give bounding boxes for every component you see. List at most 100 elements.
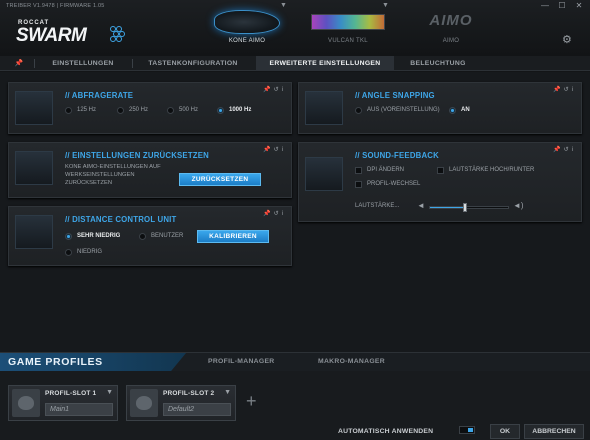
device-kone-aimo[interactable]: KONE AIMO (202, 8, 292, 52)
tab-makro-manager[interactable]: MAKRO-MANAGER (318, 353, 385, 371)
profiles-area: GAME PROFILES PROFIL-MANAGER MAKRO-MANAG… (0, 352, 590, 440)
tab-einstellungen[interactable]: EINSTELLUNGEN (38, 56, 128, 71)
volume-label: LAUTSTÄRKE... (355, 203, 400, 209)
panel-controls[interactable]: 📌↺i (263, 86, 286, 93)
title-bar: TREIBER V1.9478 | FIRMWARE 1.05 — ☐ ✕ RO… (0, 0, 590, 56)
device-label: VULCAN TKL (328, 38, 368, 44)
speaker-icon (305, 157, 343, 191)
pin-icon[interactable]: 📌 (6, 56, 32, 71)
distance-control-icon (15, 215, 53, 249)
dcu-very-low-radio[interactable] (65, 233, 72, 240)
profiles-tab-bar: GAME PROFILES PROFIL-MANAGER MAKRO-MANAG… (0, 353, 590, 371)
close-button[interactable]: ✕ (572, 1, 586, 11)
volume-change-label: LAUTSTÄRKE HOCH/RUNTER (449, 167, 535, 173)
panel-title: // ABFRAGERATE (65, 91, 134, 100)
tab-divider (34, 59, 35, 68)
panel-title: // SOUND-FEEDBACK (355, 151, 439, 160)
minimize-button[interactable]: — (538, 1, 552, 11)
tab-tastenkonfiguration[interactable]: TASTENKONFIGURATION (134, 56, 252, 71)
tab-profil-manager[interactable]: PROFIL-MANAGER (208, 353, 275, 371)
panel-controls[interactable]: 📌↺i (553, 86, 576, 93)
slot-name: PROFIL-SLOT 2 (163, 390, 215, 397)
panel-title: // EINSTELLUNGEN ZURÜCKSETZEN (65, 151, 209, 160)
dcu-very-low-label: SEHR NIEDRIG (77, 233, 121, 239)
driver-version: TREIBER V1.9478 | FIRMWARE 1.05 (6, 3, 105, 9)
reset-icon (15, 151, 53, 185)
slot-name: PROFIL-SLOT 1 (45, 390, 97, 397)
reset-panel: 📌↺i // EINSTELLUNGEN ZURÜCKSETZEN KONE A… (8, 142, 292, 198)
auto-apply-label: AUTOMATISCH ANWENDEN (338, 428, 434, 435)
volume-change-checkbox[interactable] (437, 167, 444, 174)
keyboard-icon (311, 14, 385, 30)
chevron-down-icon[interactable]: ▼ (382, 2, 389, 9)
volume-high-icon: ◄) (513, 201, 524, 210)
volume-slider[interactable] (429, 203, 509, 212)
panel-title: // ANGLE SNAPPING (355, 91, 435, 100)
polling-125-radio[interactable] (65, 107, 72, 114)
angle-snapping-icon (305, 91, 343, 125)
tab-beleuchtung[interactable]: BELEUCHTUNG (398, 56, 478, 71)
dcu-custom-radio[interactable] (139, 233, 146, 240)
angle-off-label: AUS (VOREINSTELLUNG) (367, 107, 440, 113)
device-aimo[interactable]: AIMO AIMO (408, 8, 494, 52)
profile-slot-1[interactable]: PROFIL-SLOT 1 ▼ Main1 (8, 385, 118, 421)
avatar (130, 389, 158, 417)
distance-control-panel: 📌↺i // DISTANCE CONTROL UNIT SEHR NIEDRI… (8, 206, 292, 266)
dpi-change-label: DPI ÄNDERN (367, 167, 405, 173)
tab-bar: 📌 EINSTELLUNGEN TASTENKONFIGURATION ERWE… (0, 56, 590, 71)
panel-controls[interactable]: 📌↺i (263, 210, 286, 217)
chevron-down-icon[interactable]: ▼ (224, 389, 231, 396)
polling-125-label: 125 Hz (77, 107, 97, 113)
angle-on-label: AN (461, 107, 470, 113)
swarm-logo: SWARM (16, 25, 87, 46)
tab-erweiterte-einstellungen[interactable]: ERWEITERTE EINSTELLUNGEN (256, 56, 394, 71)
maximize-button[interactable]: ☐ (555, 1, 569, 11)
tab-divider (132, 59, 133, 68)
chevron-down-icon[interactable]: ▼ (106, 389, 113, 396)
dpi-change-checkbox[interactable] (355, 167, 362, 174)
profile-name-field[interactable]: Default2 (163, 403, 231, 416)
panel-title: // DISTANCE CONTROL UNIT (65, 215, 177, 224)
app-window: TREIBER V1.9478 | FIRMWARE 1.05 — ☐ ✕ RO… (0, 0, 590, 440)
polling-250-radio[interactable] (117, 107, 124, 114)
profile-slot-2[interactable]: PROFIL-SLOT 2 ▼ Default2 (126, 385, 236, 421)
profile-name-field[interactable]: Main1 (45, 403, 113, 416)
volume-fill (430, 207, 466, 208)
device-label: KONE AIMO (228, 38, 266, 44)
dcu-low-label: NIEDRIG (77, 249, 103, 255)
polling-1000-label: 1000 Hz (229, 107, 252, 113)
volume-slider-handle[interactable] (463, 203, 468, 212)
reset-button[interactable]: ZURÜCKSETZEN (179, 173, 261, 186)
cancel-button[interactable]: ABBRECHEN (524, 424, 584, 439)
ok-button[interactable]: OK (490, 424, 520, 439)
polling-250-label: 250 Hz (129, 107, 149, 113)
polling-500-label: 500 Hz (179, 107, 199, 113)
device-vulcan-tkl[interactable]: VULCAN TKL (305, 8, 391, 52)
chevron-down-icon[interactable]: ▼ (280, 2, 287, 9)
sound-feedback-panel: 📌↺i // SOUND-FEEDBACK DPI ÄNDERN LAUTSTÄ… (298, 142, 582, 222)
add-profile-button[interactable]: + (246, 391, 257, 412)
device-label: AIMO (442, 38, 460, 44)
profile-switch-label: PROFIL-WECHSEL (367, 181, 421, 187)
main-content: 📌↺i // ABFRAGERATE 125 Hz 250 Hz 500 Hz … (0, 72, 590, 352)
reset-description: KONE AIMO-EINSTELLUNGEN AUF WERKSEINSTEL… (65, 164, 161, 186)
profile-switch-checkbox[interactable] (355, 181, 362, 188)
angle-snapping-panel: 📌↺i // ANGLE SNAPPING AUS (VOREINSTELLUN… (298, 82, 582, 134)
polling-500-radio[interactable] (167, 107, 174, 114)
mouse-icon (214, 10, 280, 34)
aimo-logo: AIMO (429, 12, 473, 29)
polling-1000-radio[interactable] (217, 107, 224, 114)
polling-rate-icon (15, 91, 53, 125)
game-profiles-title[interactable]: GAME PROFILES (0, 353, 186, 371)
avatar (12, 389, 40, 417)
dcu-low-radio[interactable] (65, 249, 72, 256)
calibrate-button[interactable]: KALIBRIEREN (197, 230, 269, 243)
angle-off-radio[interactable] (355, 107, 362, 114)
panel-controls[interactable]: 📌↺i (553, 146, 576, 153)
gear-icon[interactable]: ⚙ (562, 33, 572, 46)
auto-apply-toggle[interactable] (459, 426, 475, 434)
panel-controls[interactable]: 📌↺i (263, 146, 286, 153)
volume-low-icon: ◄ (417, 201, 425, 210)
dcu-custom-label: BENUTZER (151, 233, 184, 239)
angle-on-radio[interactable] (449, 107, 456, 114)
